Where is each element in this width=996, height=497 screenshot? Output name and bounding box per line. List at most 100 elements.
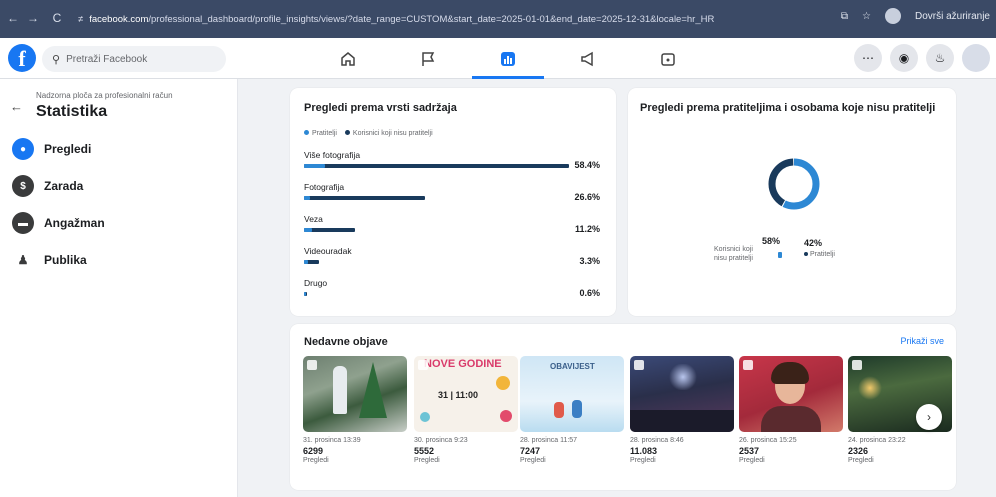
post-views: 2537 [739,446,760,456]
calendar-icon [661,52,675,66]
recent-post-3[interactable]: OBAVIJEST 28. prosinca 11:57 7247 Pregle… [520,356,624,464]
content-type-percent: 58.4% [574,160,600,170]
content-type-row: Više fotografija 58.4% [304,150,600,170]
post-views: 7247 [520,446,541,456]
content-type-title: Pregledi prema vrsti sadržaja [304,102,457,114]
show-all-link[interactable]: Prikaži sve [900,336,944,346]
confetti-dot [420,412,430,422]
recent-post-2[interactable]: NOVE GODINE 31 | 11:00 30. prosinca 9:23… [414,356,518,464]
confetti-dot [500,410,512,422]
post-date: 30. prosinca 9:23 [414,437,468,444]
followers-legend: Pratitelji [804,251,835,258]
content-type-row: Drugo 0.6% [304,278,600,298]
profile-avatar[interactable] [884,8,901,24]
bar-followers [304,196,311,200]
chevron-right-icon: › [927,410,931,424]
post-thumbnail[interactable] [739,356,843,432]
post-metric-label: Pregledi [848,457,874,464]
content-type-row: Fotografija 26.6% [304,182,600,202]
breadcrumb[interactable]: Nadzorna ploča za profesionalni račun [36,91,173,100]
reload-icon[interactable]: C [48,11,66,25]
main-nav-tabs [308,38,708,79]
messenger-button[interactable]: ◉ [890,44,918,72]
content-type-bar-track [304,196,569,200]
post-views: 5552 [414,446,435,456]
post-thumbnail[interactable] [303,356,407,432]
post-views: 11.083 [630,446,658,456]
dollar-icon: $ [12,175,34,197]
star-icon[interactable]: ☆ [862,11,871,22]
home-icon [341,51,355,66]
back-icon[interactable]: ← [4,11,22,25]
site-info-icon[interactable]: ≠ [78,14,83,25]
person-body [761,406,821,432]
ads-tab[interactable] [548,38,628,79]
insights-tab[interactable] [468,38,548,79]
flag-icon [422,51,435,66]
account-avatar[interactable] [962,44,990,72]
confetti-dot [496,376,510,390]
multi-photo-icon [307,360,317,370]
bar-followers [304,228,312,232]
post-metric-label: Pregledi [303,457,329,464]
post-thumbnail[interactable]: OBAVIJEST [520,356,624,432]
post-metric-label: Pregledi [630,457,656,464]
multi-photo-icon [852,360,862,370]
cast-icon[interactable]: ⧉ [841,11,848,22]
post-date: 26. prosinca 15:25 [739,437,797,444]
pages-tab[interactable] [388,38,468,79]
sidebar-item-angazman[interactable]: ▬ Angažman [6,207,232,239]
bar-followers [304,164,326,168]
legend-dot [304,130,309,135]
sidebar-item-label: Angažman [44,216,105,230]
post-thumbnail[interactable]: NOVE GODINE 31 | 11:00 [414,356,518,432]
non-followers-dot [778,252,782,258]
sidebar-item-zarada[interactable]: $ Zarada [6,170,232,202]
update-button[interactable]: Dovrši ažuriranje [915,11,990,22]
content-type-label: Veza [304,214,323,224]
sidebar-item-pregledi[interactable]: ● Pregledi [6,133,232,165]
next-posts-button[interactable]: › [916,404,942,430]
followers-panel: Pregledi prema pratiteljima i osobama ko… [628,88,956,316]
post-metric-label: Pregledi [739,457,765,464]
post-date: 28. prosinca 8:46 [630,437,684,444]
bell-icon: ♨ [934,51,946,65]
content-type-bar-track [304,292,569,296]
thumb-headline: NOVE GODINE [424,358,502,370]
content-type-label: Više fotografija [304,150,361,160]
followers-donut [766,156,822,212]
bar-followers [304,260,309,264]
url-host: facebook.com [89,13,149,25]
facebook-logo[interactable]: f [8,44,36,72]
chat-icon: ▬ [12,212,34,234]
sidebar-item-publika[interactable]: ♟ Publika [6,244,232,276]
recent-post-5[interactable]: 26. prosinca 15:25 2537 Pregledi [739,356,843,464]
calendar-tab[interactable] [628,38,708,79]
followers-title: Pregledi prema pratiteljima i osobama ko… [640,102,936,114]
back-arrow-icon[interactable]: ← [10,99,23,114]
post-thumbnail[interactable] [630,356,734,432]
content-type-row: Videouradak 3.3% [304,246,600,266]
recent-post-1[interactable]: 31. prosinca 13:39 6299 Pregledi [303,356,407,464]
home-tab[interactable] [308,38,388,79]
notifications-button[interactable]: ♨ [926,44,954,72]
forward-icon[interactable]: → [24,11,42,25]
person-hair [771,362,809,384]
facebook-header: f ⚲ Pretraži Facebook ⋯ ◉ ♨ [0,38,996,79]
recent-post-4[interactable]: 28. prosinca 8:46 11.083 Pregledi [630,356,734,464]
content-type-bar-track [304,228,569,232]
search-input[interactable]: ⚲ Pretraži Facebook [42,46,226,72]
non-followers-pct: 58% [762,236,781,246]
child-figure [572,400,582,418]
content-type-label: Drugo [304,278,328,288]
post-views: 6299 [303,446,324,456]
figure-white [333,366,347,414]
url-path: /professional_dashboard/profile_insights… [148,13,715,25]
post-date: 31. prosinca 13:39 [303,437,361,444]
post-metric-label: Pregledi [414,457,440,464]
content-type-label: Fotografija [304,182,345,192]
menu-grid-button[interactable]: ⋯ [854,44,882,72]
bar-followers [304,292,306,296]
sidebar-item-label: Publika [44,253,87,267]
address-bar[interactable]: ≠ facebook.com /professional_dashboard/p… [78,8,838,30]
